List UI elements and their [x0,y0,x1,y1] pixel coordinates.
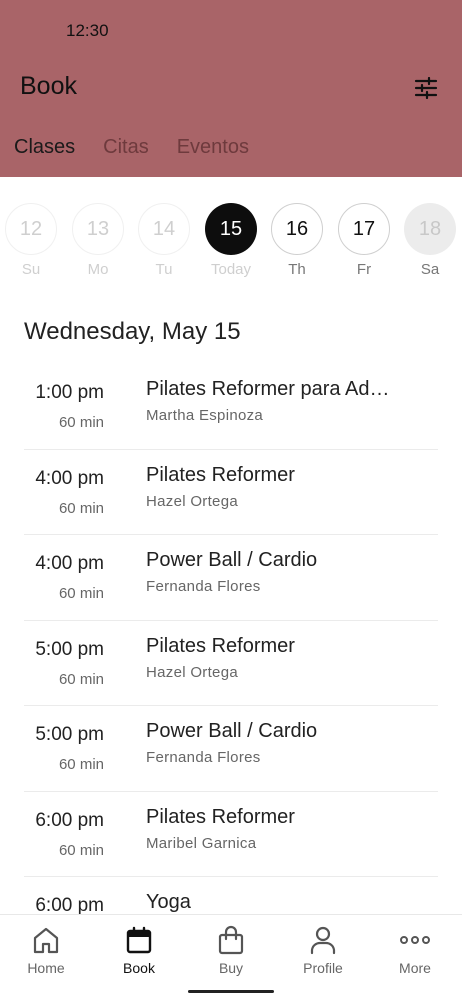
home-indicator [188,990,274,993]
date-heading: Wednesday, May 15 [24,318,241,345]
tab-citas[interactable]: Citas [103,136,149,159]
category-tabs: Clases Citas Eventos [14,136,277,159]
class-instructor: Martha Espinoza [146,407,264,424]
class-duration: 60 min [58,670,104,688]
class-duration: 60 min [58,499,104,517]
day-13[interactable]: 13 Mo [72,203,124,278]
status-bar-time: 12:30 [66,21,109,40]
calendar-icon [126,926,152,954]
class-row[interactable]: 6:00 pm 60 min Pilates Reformer Maribel … [24,792,438,877]
shopping-bag-icon [218,925,244,955]
day-of-week: Su [21,261,41,278]
class-row[interactable]: 5:00 pm 60 min Pilates Reformer Hazel Or… [24,621,438,706]
class-duration: 60 min [58,756,104,773]
day-number: 13 [72,203,124,255]
class-name: Power Ball / Cardio [146,549,318,571]
class-time: 4:00 pm [35,467,104,489]
filter-button[interactable] [410,72,442,104]
app-header: 12:30 Book Clases Citas Eventos [0,0,462,177]
tabbar-label: Book [123,960,155,976]
tabbar-more[interactable]: More [375,925,455,976]
day-of-week: Th [288,261,306,278]
day-selector: 12 Su 13 Mo 14 Tu 15 Today 16 Th 17 Fr 1… [0,203,462,283]
tabbar-label: Profile [303,960,343,976]
home-icon [33,927,59,954]
day-number: 17 [338,203,390,255]
day-12[interactable]: 12 Su [5,203,57,278]
tab-clases[interactable]: Clases [14,136,75,159]
class-row[interactable]: 4:00 pm 60 min Pilates Reformer Hazel Or… [24,450,438,535]
class-row[interactable]: 4:00 pm 60 min Power Ball / Cardio Ferna… [24,535,438,621]
day-of-week: Fr [356,261,372,278]
tabbar-label: Buy [218,960,244,976]
day-number: 15 [205,203,257,255]
tabbar-home[interactable]: Home [6,925,86,976]
day-18[interactable]: 18 Sa [404,203,456,278]
day-number: 12 [5,203,57,255]
class-duration: 60 min [58,585,104,602]
class-instructor: Maribel Garnica [146,834,257,852]
class-instructor: Fernanda Flores [146,749,261,766]
sliders-icon [414,77,438,99]
class-instructor: Hazel Ortega [146,663,238,681]
tab-eventos[interactable]: Eventos [177,136,249,159]
class-name: Yoga [146,891,191,913]
tabbar-book[interactable]: Book [99,925,179,976]
class-instructor: Hazel Ortega [146,492,238,510]
class-time: 6:00 pm [35,809,104,831]
tabbar-buy[interactable]: Buy [191,925,271,976]
class-name: Pilates Reformer [146,805,295,828]
class-time: 1:00 pm [35,382,104,403]
day-of-week: Today [210,261,252,278]
class-name: Pilates Reformer para Adultos [146,378,396,400]
class-list: 1:00 pm 60 min Pilates Reformer para Adu… [24,364,438,963]
class-name: Pilates Reformer [146,463,295,486]
day-16[interactable]: 16 Th [271,203,323,278]
day-15-today[interactable]: 15 Today [205,203,257,278]
class-duration: 60 min [58,841,104,859]
class-time: 4:00 pm [35,553,104,574]
class-row[interactable]: 1:00 pm 60 min Pilates Reformer para Adu… [24,364,438,450]
person-icon [310,926,336,955]
day-number: 14 [138,203,190,255]
more-dots-icon [400,936,430,944]
day-number: 18 [404,203,456,255]
tabbar-label: More [399,960,431,976]
day-14[interactable]: 14 Tu [138,203,190,278]
class-instructor: Fernanda Flores [146,578,261,595]
class-name: Pilates Reformer [146,634,295,657]
page-title: Book [20,72,77,100]
tabbar-profile[interactable]: Profile [283,925,363,976]
day-of-week: Sa [420,261,440,278]
class-duration: 60 min [58,414,104,431]
day-number: 16 [271,203,323,255]
day-17[interactable]: 17 Fr [338,203,390,278]
class-time: 5:00 pm [35,724,104,745]
day-of-week: Mo [87,261,109,278]
class-name: Power Ball / Cardio [146,720,318,742]
class-time: 5:00 pm [35,638,104,660]
day-of-week: Tu [155,261,173,278]
bottom-tab-bar: Home Book Buy Profile More [0,914,462,1000]
class-row[interactable]: 5:00 pm 60 min Power Ball / Cardio Ferna… [24,706,438,792]
tabbar-label: Home [27,960,65,976]
